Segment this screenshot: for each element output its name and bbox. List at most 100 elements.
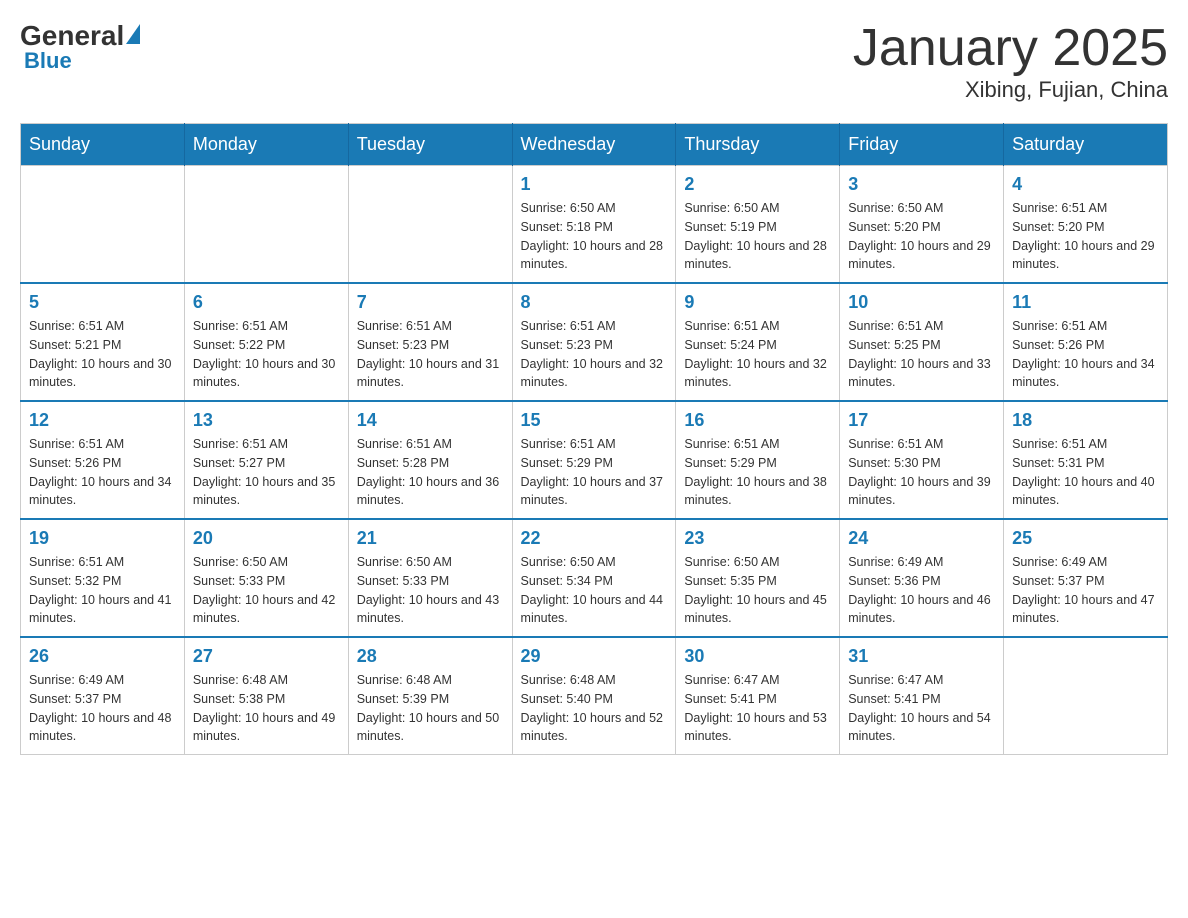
day-info: Sunrise: 6:51 AMSunset: 5:21 PMDaylight:… [29,317,176,392]
day-number: 16 [684,410,831,431]
calendar-day-cell: 11 Sunrise: 6:51 AMSunset: 5:26 PMDayligh… [1004,283,1168,401]
day-number: 1 [521,174,668,195]
calendar-day-cell: 16 Sunrise: 6:51 AMSunset: 5:29 PMDayligh… [676,401,840,519]
day-info: Sunrise: 6:49 AMSunset: 5:37 PMDaylight:… [29,671,176,746]
calendar-day-cell: 1 Sunrise: 6:50 AMSunset: 5:18 PMDaylight… [512,166,676,284]
day-number: 23 [684,528,831,549]
calendar-day-cell: 21 Sunrise: 6:50 AMSunset: 5:33 PMDayligh… [348,519,512,637]
day-of-week-header: Friday [840,124,1004,166]
calendar-day-cell [1004,637,1168,755]
day-info: Sunrise: 6:51 AMSunset: 5:26 PMDaylight:… [1012,317,1159,392]
calendar-table: SundayMondayTuesdayWednesdayThursdayFrid… [20,123,1168,755]
day-number: 9 [684,292,831,313]
day-number: 2 [684,174,831,195]
calendar-day-cell: 29 Sunrise: 6:48 AMSunset: 5:40 PMDayligh… [512,637,676,755]
calendar-day-cell: 18Sunrise: 6:51 AMSunset: 5:31 PMDayligh… [1004,401,1168,519]
logo-triangle-icon [126,24,140,44]
day-info: Sunrise: 6:50 AMSunset: 5:19 PMDaylight:… [684,199,831,274]
calendar-day-cell: 9 Sunrise: 6:51 AMSunset: 5:24 PMDaylight… [676,283,840,401]
calendar-day-cell: 27 Sunrise: 6:48 AMSunset: 5:38 PMDayligh… [184,637,348,755]
day-number: 11 [1012,292,1159,313]
day-info: Sunrise: 6:50 AMSunset: 5:35 PMDaylight:… [684,553,831,628]
calendar-day-cell: 23 Sunrise: 6:50 AMSunset: 5:35 PMDayligh… [676,519,840,637]
day-info: Sunrise: 6:47 AMSunset: 5:41 PMDaylight:… [848,671,995,746]
day-of-week-header: Tuesday [348,124,512,166]
calendar-day-cell: 3 Sunrise: 6:50 AMSunset: 5:20 PMDaylight… [840,166,1004,284]
day-number: 10 [848,292,995,313]
day-info: Sunrise: 6:51 AMSunset: 5:27 PMDaylight:… [193,435,340,510]
day-number: 30 [684,646,831,667]
calendar-day-cell: 25Sunrise: 6:49 AMSunset: 5:37 PMDayligh… [1004,519,1168,637]
day-number: 21 [357,528,504,549]
day-number: 27 [193,646,340,667]
calendar-day-cell [348,166,512,284]
calendar-day-cell: 24 Sunrise: 6:49 AMSunset: 5:36 PMDayligh… [840,519,1004,637]
day-of-week-header: Saturday [1004,124,1168,166]
calendar-week-row: 19 Sunrise: 6:51 AMSunset: 5:32 PMDayligh… [21,519,1168,637]
calendar-day-cell: 19 Sunrise: 6:51 AMSunset: 5:32 PMDayligh… [21,519,185,637]
day-number: 15 [521,410,668,431]
day-info: Sunrise: 6:50 AMSunset: 5:18 PMDaylight:… [521,199,668,274]
day-info: Sunrise: 6:50 AMSunset: 5:33 PMDaylight:… [193,553,340,628]
calendar-header-row: SundayMondayTuesdayWednesdayThursdayFrid… [21,124,1168,166]
calendar-day-cell: 4 Sunrise: 6:51 AMSunset: 5:20 PMDaylight… [1004,166,1168,284]
day-number: 14 [357,410,504,431]
calendar-day-cell: 6Sunrise: 6:51 AMSunset: 5:22 PMDaylight… [184,283,348,401]
day-info: Sunrise: 6:50 AMSunset: 5:33 PMDaylight:… [357,553,504,628]
day-number: 29 [521,646,668,667]
day-info: Sunrise: 6:51 AMSunset: 5:24 PMDaylight:… [684,317,831,392]
day-info: Sunrise: 6:51 AMSunset: 5:20 PMDaylight:… [1012,199,1159,274]
day-number: 28 [357,646,504,667]
day-info: Sunrise: 6:51 AMSunset: 5:29 PMDaylight:… [521,435,668,510]
calendar-day-cell: 7 Sunrise: 6:51 AMSunset: 5:23 PMDaylight… [348,283,512,401]
day-info: Sunrise: 6:51 AMSunset: 5:26 PMDaylight:… [29,435,176,510]
calendar-day-cell: 8Sunrise: 6:51 AMSunset: 5:23 PMDaylight… [512,283,676,401]
calendar-day-cell: 17Sunrise: 6:51 AMSunset: 5:30 PMDayligh… [840,401,1004,519]
calendar-day-cell: 5 Sunrise: 6:51 AMSunset: 5:21 PMDaylight… [21,283,185,401]
day-info: Sunrise: 6:48 AMSunset: 5:40 PMDaylight:… [521,671,668,746]
day-of-week-header: Wednesday [512,124,676,166]
day-info: Sunrise: 6:49 AMSunset: 5:37 PMDaylight:… [1012,553,1159,628]
day-info: Sunrise: 6:51 AMSunset: 5:23 PMDaylight:… [521,317,668,392]
day-info: Sunrise: 6:51 AMSunset: 5:29 PMDaylight:… [684,435,831,510]
calendar-week-row: 26 Sunrise: 6:49 AMSunset: 5:37 PMDayligh… [21,637,1168,755]
day-info: Sunrise: 6:49 AMSunset: 5:36 PMDaylight:… [848,553,995,628]
title-area: January 2025 Xibing, Fujian, China [853,20,1168,103]
day-info: Sunrise: 6:48 AMSunset: 5:38 PMDaylight:… [193,671,340,746]
day-number: 7 [357,292,504,313]
calendar-week-row: 12Sunrise: 6:51 AMSunset: 5:26 PMDayligh… [21,401,1168,519]
calendar-day-cell: 14Sunrise: 6:51 AMSunset: 5:28 PMDayligh… [348,401,512,519]
calendar-week-row: 1 Sunrise: 6:50 AMSunset: 5:18 PMDaylight… [21,166,1168,284]
day-info: Sunrise: 6:51 AMSunset: 5:31 PMDaylight:… [1012,435,1159,510]
day-number: 3 [848,174,995,195]
calendar-day-cell: 20Sunrise: 6:50 AMSunset: 5:33 PMDayligh… [184,519,348,637]
page-header: General Blue January 2025 Xibing, Fujian… [20,20,1168,103]
calendar-day-cell: 26 Sunrise: 6:49 AMSunset: 5:37 PMDayligh… [21,637,185,755]
day-number: 26 [29,646,176,667]
day-number: 24 [848,528,995,549]
day-info: Sunrise: 6:51 AMSunset: 5:23 PMDaylight:… [357,317,504,392]
day-number: 19 [29,528,176,549]
day-of-week-header: Sunday [21,124,185,166]
logo: General Blue [20,20,140,74]
day-info: Sunrise: 6:51 AMSunset: 5:25 PMDaylight:… [848,317,995,392]
calendar-day-cell: 2 Sunrise: 6:50 AMSunset: 5:19 PMDaylight… [676,166,840,284]
day-number: 17 [848,410,995,431]
calendar-day-cell: 28Sunrise: 6:48 AMSunset: 5:39 PMDayligh… [348,637,512,755]
day-number: 4 [1012,174,1159,195]
day-number: 13 [193,410,340,431]
calendar-day-cell [21,166,185,284]
day-number: 5 [29,292,176,313]
calendar-day-cell: 31Sunrise: 6:47 AMSunset: 5:41 PMDayligh… [840,637,1004,755]
day-of-week-header: Monday [184,124,348,166]
day-info: Sunrise: 6:51 AMSunset: 5:32 PMDaylight:… [29,553,176,628]
calendar-day-cell: 12Sunrise: 6:51 AMSunset: 5:26 PMDayligh… [21,401,185,519]
day-info: Sunrise: 6:47 AMSunset: 5:41 PMDaylight:… [684,671,831,746]
day-info: Sunrise: 6:50 AMSunset: 5:20 PMDaylight:… [848,199,995,274]
day-number: 22 [521,528,668,549]
calendar-day-cell: 30 Sunrise: 6:47 AMSunset: 5:41 PMDayligh… [676,637,840,755]
calendar-day-cell: 13 Sunrise: 6:51 AMSunset: 5:27 PMDayligh… [184,401,348,519]
day-info: Sunrise: 6:51 AMSunset: 5:22 PMDaylight:… [193,317,340,392]
calendar-day-cell [184,166,348,284]
calendar-week-row: 5 Sunrise: 6:51 AMSunset: 5:21 PMDaylight… [21,283,1168,401]
